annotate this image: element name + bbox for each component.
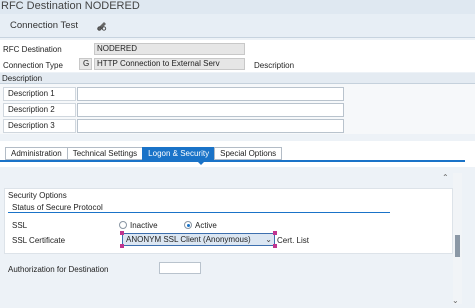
security-options-title: Security Options xyxy=(8,191,67,200)
ssl-certificate-label: SSL Certificate xyxy=(12,236,66,245)
description-2-label: Description 2 xyxy=(3,103,76,117)
connection-type-label: Connection Type xyxy=(3,61,63,70)
authorization-label: Authorization for Destination xyxy=(8,265,109,274)
scroll-up-icon[interactable]: ⌃ xyxy=(442,173,449,182)
connection-type-field: HTTP Connection to External Serv xyxy=(94,58,245,70)
resize-handle xyxy=(273,231,277,235)
authorization-input[interactable] xyxy=(159,262,201,274)
ssl-certificate-select[interactable]: ANONYM SSL Client (Anonymous) ⌄ xyxy=(122,233,275,246)
tab-special-options[interactable]: Special Options xyxy=(214,147,283,160)
rfc-destination-field[interactable]: NODERED xyxy=(94,43,245,55)
ssl-inactive-label: Inactive xyxy=(130,221,158,230)
resize-handle xyxy=(120,231,124,235)
scroll-down-icon[interactable]: ⌄ xyxy=(452,296,459,305)
rfc-destination-label: RFC Destination xyxy=(3,45,62,54)
connection-type-description: Description xyxy=(254,61,295,70)
description-2-input[interactable] xyxy=(77,103,344,117)
tab-technical-settings[interactable]: Technical Settings xyxy=(66,147,143,160)
description-3-label: Description 3 xyxy=(3,119,76,133)
header-panel: RFC Destination NODERED Connection Type … xyxy=(0,40,475,72)
toolbar: Connection Test xyxy=(0,14,475,38)
ssl-certificate-value: ANONYM SSL Client (Anonymous) xyxy=(126,235,251,244)
ssl-inactive-radio[interactable] xyxy=(119,221,127,229)
description-section-title: Description xyxy=(0,73,475,84)
chevron-down-icon[interactable]: ⌄ xyxy=(265,234,272,245)
tab-strip: Administration Technical Settings Logon … xyxy=(0,141,475,167)
scrollbar-thumb[interactable] xyxy=(455,235,460,257)
tab-administration[interactable]: Administration xyxy=(5,147,67,160)
connection-test-button[interactable]: Connection Test xyxy=(6,18,82,34)
description-1-input[interactable] xyxy=(77,87,344,101)
description-1-label: Description 1 xyxy=(3,87,76,101)
description-row: Description 2 xyxy=(3,103,344,117)
secure-protocol-title: Status of Secure Protocol xyxy=(8,202,390,213)
description-area: Description 1 Description 2 Description … xyxy=(0,84,475,134)
tab-logon-security[interactable]: Logon & Security xyxy=(142,147,215,160)
description-3-input[interactable] xyxy=(77,119,344,133)
connection-type-code-field[interactable]: G xyxy=(79,58,92,70)
resize-handle xyxy=(120,244,124,248)
ssl-label: SSL xyxy=(12,221,28,230)
cert-list-label[interactable]: Cert. List xyxy=(277,236,309,245)
ssl-active-radio[interactable] xyxy=(184,221,192,229)
active-tab-caret-icon xyxy=(197,161,205,165)
tab-underline xyxy=(0,160,465,162)
description-row: Description 1 xyxy=(3,87,344,101)
description-row: Description 3 xyxy=(3,119,344,133)
window-title: RFC Destination NODERED xyxy=(0,0,475,14)
pen-glasses-icon[interactable] xyxy=(95,19,109,33)
ssl-active-label: Active xyxy=(195,221,217,230)
